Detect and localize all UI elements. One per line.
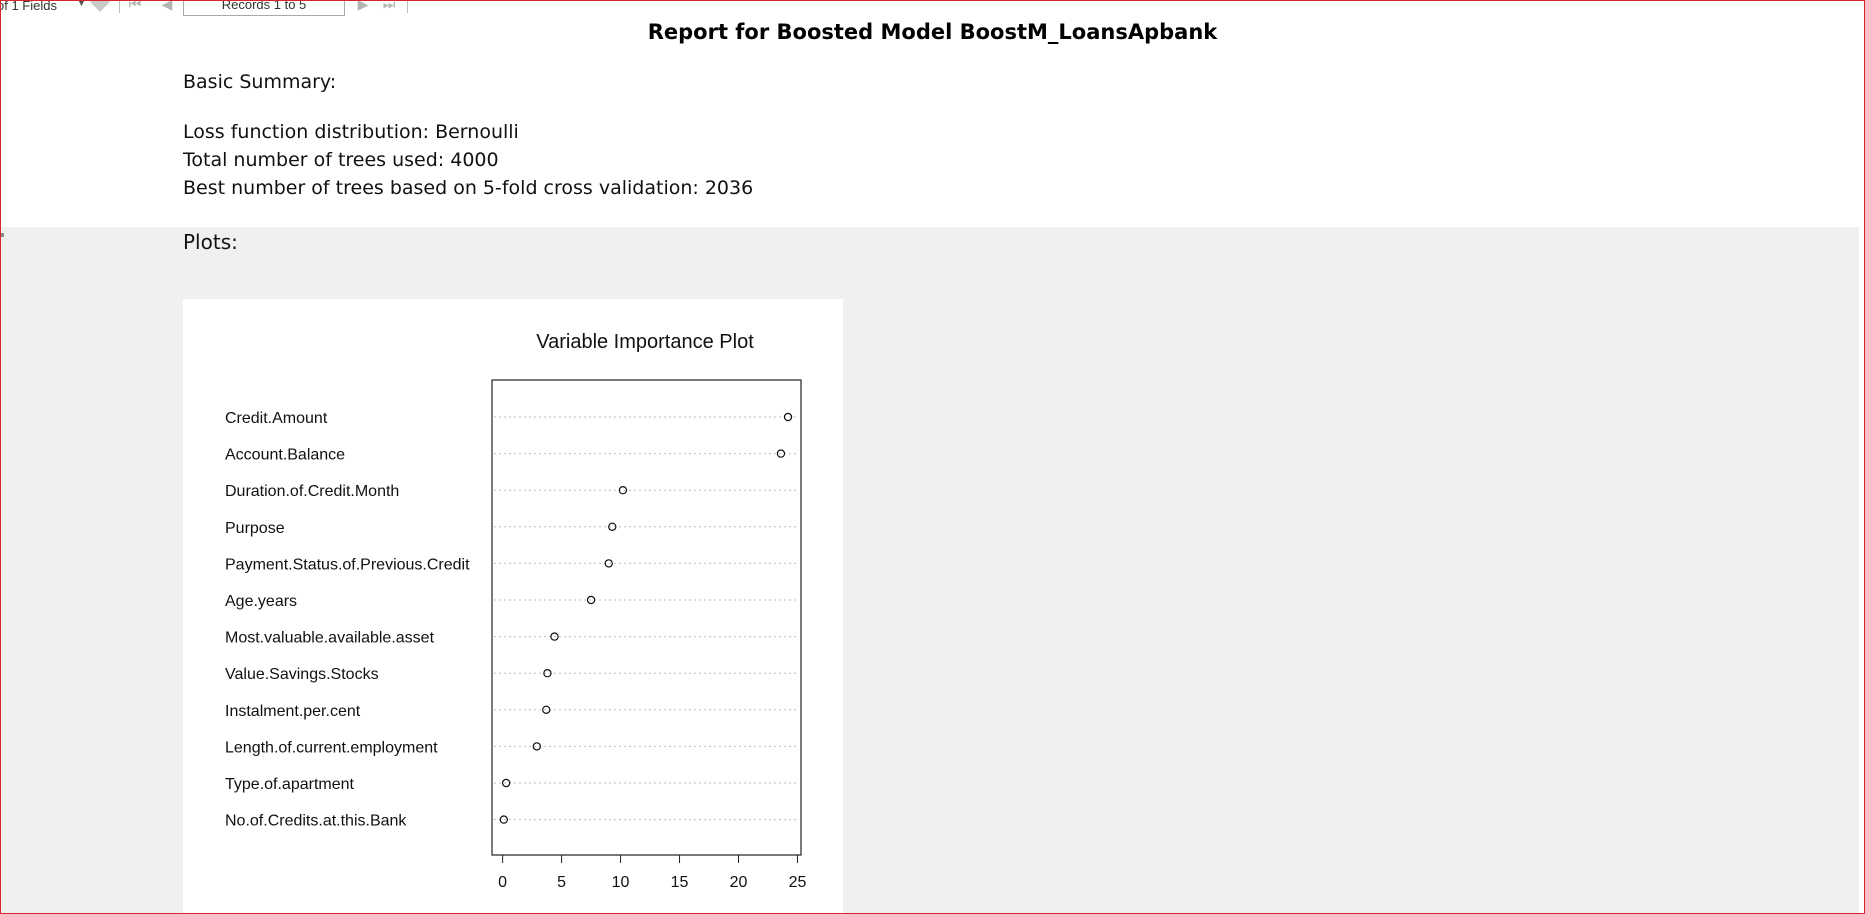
- loss-function-line: Loss function distribution: Bernoulli: [183, 121, 519, 143]
- chevron-down-icon[interactable]: ▼: [77, 1, 86, 8]
- variable-label: Length.of.current.employment: [225, 739, 438, 756]
- variable-label: Account.Balance: [225, 447, 345, 464]
- variable-label: Value.Savings.Stocks: [225, 666, 379, 683]
- section-marker: [1, 233, 4, 237]
- records-range-box[interactable]: Records 1 to 5: [183, 1, 345, 16]
- toolbar-divider: [119, 1, 120, 13]
- diamond-icon[interactable]: [90, 1, 110, 12]
- guide-lines: [494, 416, 799, 821]
- variable-label: Age.years: [225, 593, 297, 610]
- variable-label: No.of.Credits.at.this.Bank: [225, 813, 407, 830]
- basic-summary-heading: Basic Summary:: [183, 71, 337, 93]
- x-axis: 0 5 10 15 20 25: [498, 854, 807, 891]
- report-title: Report for Boosted Model BoostM_LoansApb…: [647, 20, 1218, 44]
- plot-frame: [491, 379, 802, 856]
- fields-dropdown[interactable]: of 1 Fields: [1, 1, 57, 13]
- report-window: of 1 Fields ▼ ⏮ ◀ Records 1 to 5 ▶ ⏭ Rep…: [0, 0, 1865, 914]
- variable-importance-chart: Variable Importance Plot Credit.Amount Ac…: [225, 331, 807, 891]
- last-record-icon[interactable]: ⏭: [381, 1, 397, 13]
- variable-label: Payment.Status.of.Previous.Credit: [225, 556, 470, 573]
- total-trees-line: Total number of trees used: 4000: [183, 149, 499, 171]
- next-record-icon[interactable]: ▶: [355, 1, 371, 13]
- x-tick-label: 0: [498, 874, 507, 891]
- variable-label: Type.of.apartment: [225, 776, 355, 793]
- variable-label: Credit.Amount: [225, 410, 328, 427]
- variable-labels: Credit.Amount Account.Balance Duration.of.…: [225, 410, 470, 830]
- previous-record-icon[interactable]: ◀: [159, 1, 175, 13]
- variable-label: Instalment.per.cent: [225, 703, 361, 720]
- plots-heading: Plots:: [183, 230, 238, 254]
- x-tick-label: 10: [612, 874, 630, 891]
- best-trees-line: Best number of trees based on 5-fold cro…: [183, 177, 754, 199]
- variable-label: Purpose: [225, 520, 285, 537]
- x-tick-label: 20: [730, 874, 748, 891]
- variable-importance-plot-panel: Variable Importance Plot Credit.Amount Ac…: [183, 299, 843, 913]
- importance-point: [501, 778, 511, 788]
- first-record-icon[interactable]: ⏮: [127, 1, 143, 13]
- toolbar-divider: [407, 1, 408, 13]
- importance-points: [499, 412, 793, 824]
- x-tick-label: 15: [671, 874, 689, 891]
- records-toolbar: of 1 Fields ▼ ⏮ ◀ Records 1 to 5 ▶ ⏭: [1, 1, 421, 17]
- x-tick-label: 25: [789, 874, 807, 891]
- importance-point: [499, 815, 508, 824]
- variable-label: Most.valuable.available.asset: [225, 630, 435, 647]
- variable-label: Duration.of.Credit.Month: [225, 483, 399, 500]
- chart-title: Variable Importance Plot: [536, 331, 754, 353]
- x-tick-label: 5: [557, 874, 566, 891]
- importance-point: [586, 595, 596, 605]
- importance-point: [542, 705, 551, 714]
- importance-point: [604, 559, 613, 568]
